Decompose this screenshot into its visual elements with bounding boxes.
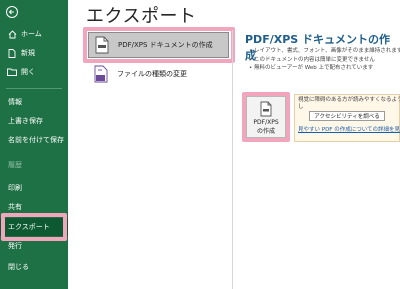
sidebar-item-new[interactable]: 新規 <box>0 44 68 62</box>
list-item: 無料のビューアーが Web 上で配布されています <box>249 64 397 73</box>
tip-text-2: し <box>298 104 304 110</box>
sidebar-item-open[interactable]: 開く <box>0 63 68 81</box>
sidebar-item-save-as[interactable]: 名前を付けて保存 <box>0 131 68 149</box>
sidebar-divider <box>6 88 62 89</box>
tip-text: 視覚に障碍のある方が読みやすくなるように、 <box>298 97 400 103</box>
sidebar-item-history: 履歴 <box>0 156 68 174</box>
new-document-icon <box>7 48 17 58</box>
accessible-pdf-link[interactable]: 見やすい PDF の作成についての詳細を見る <box>298 125 400 133</box>
sidebar-item-label: 情報 <box>8 98 22 106</box>
feature-list: レイアウト、書式、フォント、画像がそのまま維持されます このドキュメントの内容は… <box>249 47 400 73</box>
page-title: エクスポート <box>86 6 197 27</box>
backstage-sidebar: ホーム 新規 開く 情報 上書き保存 名前を付けて保存 履歴 印刷 共有 エクス… <box>0 0 68 289</box>
home-icon <box>7 29 17 39</box>
sidebar-item-print[interactable]: 印刷 <box>0 179 68 197</box>
pdf-option-highlight-box <box>83 27 235 63</box>
file-type-icon <box>94 65 108 83</box>
sidebar-item-save[interactable]: 上書き保存 <box>0 112 68 130</box>
list-item: このドキュメントの内容は簡単に変更できません <box>249 56 397 65</box>
sidebar-item-info[interactable]: 情報 <box>0 93 68 111</box>
create-button-highlight-box <box>242 92 290 142</box>
panel-divider <box>232 30 233 289</box>
sidebar-item-label: 開く <box>21 68 35 76</box>
option-label: ファイルの種類の変更 <box>117 70 187 78</box>
sidebar-item-label: 新規 <box>21 49 35 57</box>
export-highlight-box <box>1 213 67 241</box>
sidebar-item-label: 閉じる <box>8 263 29 271</box>
accessibility-tip-box: 視覚に障碍のある方が読みやすくなるように、 し アクセシビリティを調べる 見やす… <box>294 94 400 142</box>
sidebar-item-label: 上書き保存 <box>8 117 43 125</box>
sidebar-item-label: 印刷 <box>8 184 22 192</box>
sidebar-item-label: 発行 <box>8 242 22 250</box>
sidebar-item-home[interactable]: ホーム <box>0 25 68 43</box>
sidebar-item-label: 名前を付けて保存 <box>8 136 64 144</box>
sidebar-item-label: 共有 <box>8 203 22 211</box>
list-item: レイアウト、書式、フォント、画像がそのまま維持されます <box>249 47 400 56</box>
sidebar-item-label: ホーム <box>21 30 42 38</box>
check-accessibility-button[interactable]: アクセシビリティを調べる <box>309 111 385 121</box>
folder-icon <box>7 67 17 77</box>
sidebar-item-label: 履歴 <box>8 161 22 169</box>
option-change-file-type[interactable]: ファイルの種類の変更 <box>88 62 229 86</box>
sidebar-item-close[interactable]: 閉じる <box>0 258 68 276</box>
back-arrow-icon[interactable] <box>6 6 18 18</box>
